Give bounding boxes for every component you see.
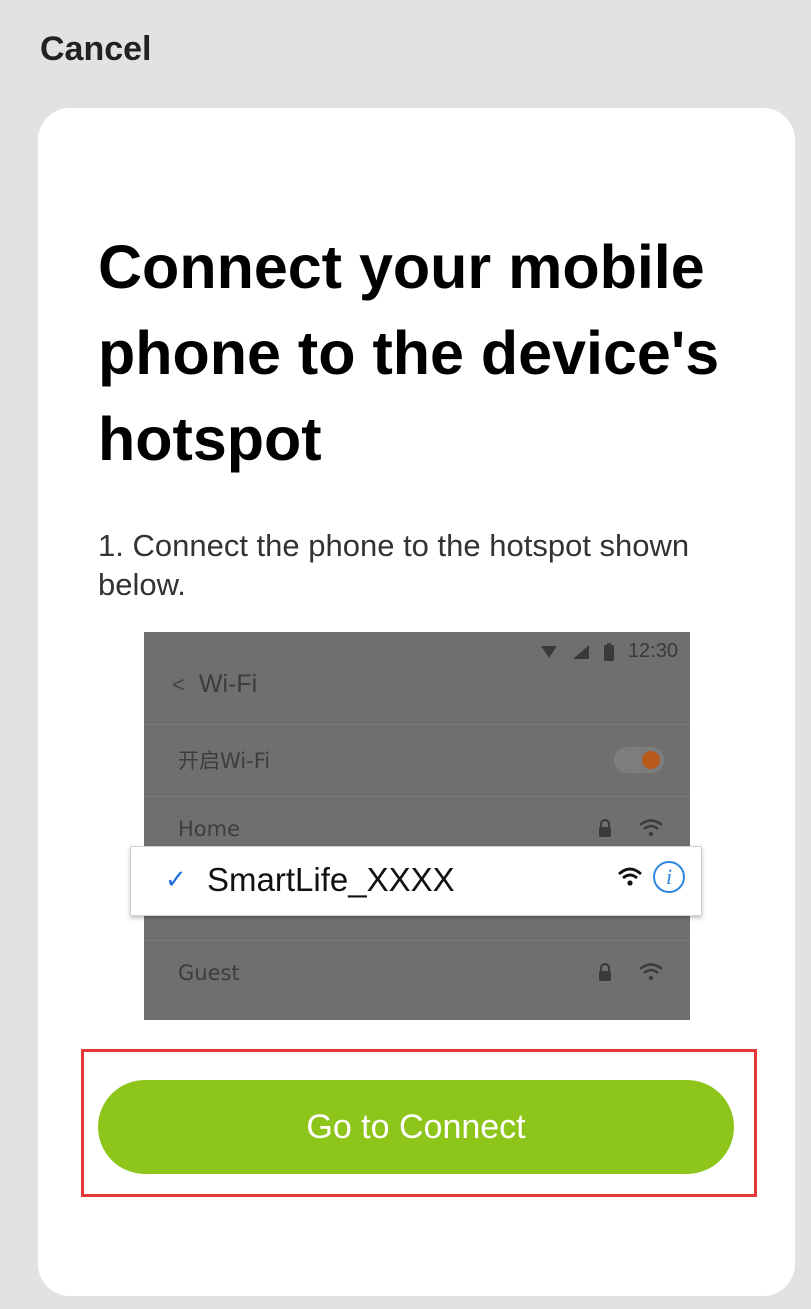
wifi-toggle-row: 开启Wi-Fi	[144, 724, 690, 795]
setup-card: Connect your mobile phone to the device'…	[38, 108, 795, 1296]
wifi-nav-bar: < Wi-Fi	[172, 670, 257, 699]
wifi-toggle	[614, 747, 664, 773]
wifi-nav-title: Wi-Fi	[198, 670, 258, 698]
network-row-guest: Guest	[144, 940, 690, 1011]
toggle-knob	[642, 751, 660, 769]
wifi-icon	[618, 867, 642, 886]
cancel-button[interactable]: Cancel	[40, 30, 152, 69]
lock-icon	[599, 963, 611, 981]
wifi-toggle-label: 开启Wi-Fi	[178, 749, 271, 773]
status-time: 12:30	[627, 640, 678, 662]
status-bar: 12:30	[540, 640, 678, 663]
page-title: Connect your mobile phone to the device'…	[98, 233, 720, 473]
go-to-connect-button[interactable]: Go to Connect	[98, 1080, 734, 1174]
cellular-signal-icon	[572, 644, 589, 659]
instruction-text: 1. Connect the phone to the hotspot show…	[98, 528, 690, 602]
lock-icon	[599, 819, 611, 837]
checkmark-icon: ✓	[165, 865, 187, 895]
selected-network-name: SmartLife_XXXX	[207, 861, 455, 898]
battery-icon	[603, 642, 614, 661]
network-name: Home	[178, 817, 241, 841]
network-name: Guest	[178, 961, 240, 985]
wifi-icon	[639, 819, 663, 837]
info-icon: i	[653, 861, 685, 893]
selected-network-row: ✓ SmartLife_XXXX i	[130, 846, 702, 916]
wifi-signal-icon	[540, 645, 557, 658]
wifi-icon	[639, 963, 663, 981]
back-chevron-icon: <	[172, 671, 185, 697]
wifi-settings-illustration: 12:30 < Wi-Fi 开启Wi-Fi Home Guest ✓ Smart…	[130, 632, 702, 1020]
